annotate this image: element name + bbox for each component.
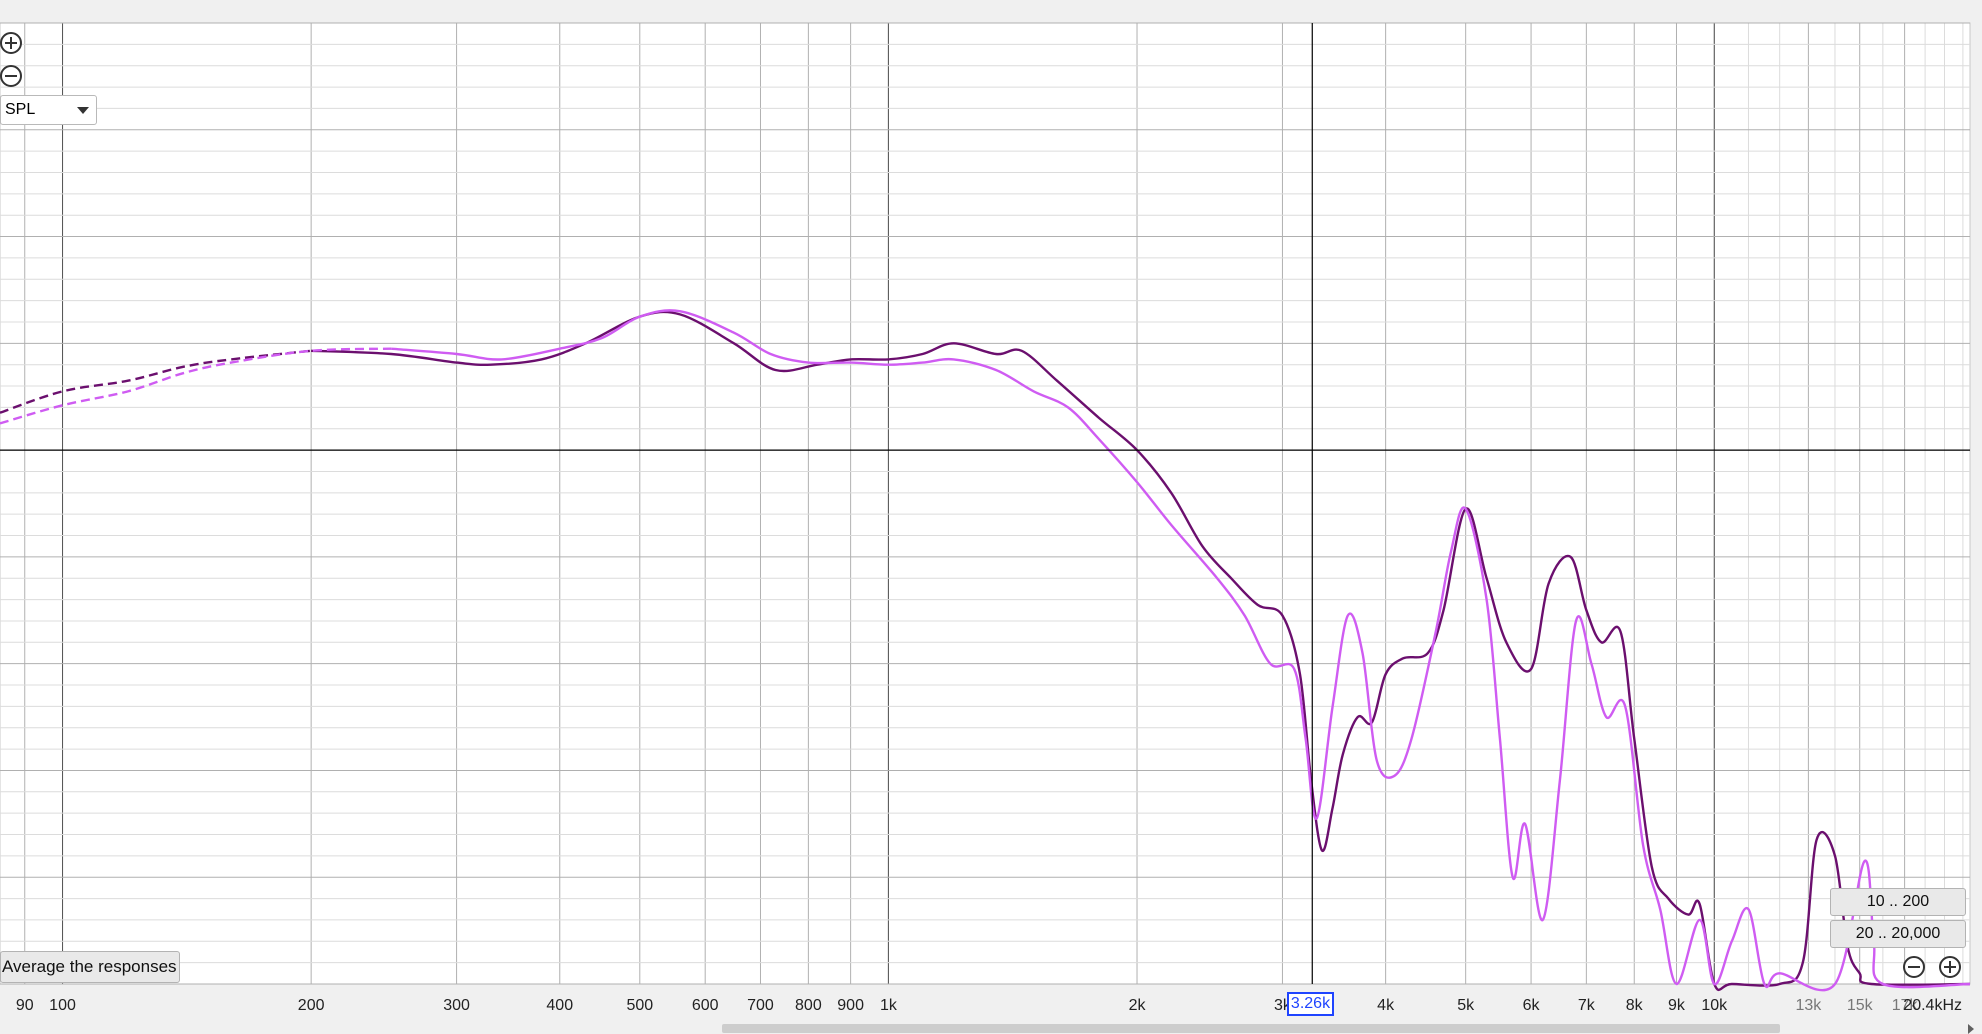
measure-select-value: SPL	[5, 101, 36, 118]
scroll-right-icon[interactable]	[1968, 1024, 1974, 1034]
zoom-out-icon[interactable]	[0, 65, 22, 87]
x-tick-label: 800	[795, 997, 822, 1014]
x-tick-label: 300	[443, 997, 470, 1014]
chevron-down-icon	[77, 107, 89, 114]
x-tick-label: 6k	[1523, 997, 1541, 1014]
x-tick-label: 100	[49, 997, 76, 1014]
x-tick-label: 200	[298, 997, 325, 1014]
x-axis-ticks: 90 100 200 300 400 500 600 700 800 900 1k 2k 3k 4k 5k 6…	[16, 997, 1962, 1014]
x-tick-label: 600	[692, 997, 719, 1014]
zoom-in-icon[interactable]	[0, 32, 22, 54]
x-tick-label: 1k	[880, 997, 898, 1014]
cursor-frequency-readout: 3.26k	[1287, 992, 1334, 1016]
x-tick-label: 10k	[1701, 997, 1728, 1014]
range-10-200-button[interactable]: 10 .. 200	[1830, 888, 1966, 916]
x-tick-label: 900	[837, 997, 864, 1014]
x-tick-label: 500	[626, 997, 653, 1014]
x-tick-label: 8k	[1626, 997, 1644, 1014]
x-tick-label: 9k	[1668, 997, 1686, 1014]
x-tick-label: 15k	[1847, 997, 1874, 1014]
average-responses-button[interactable]: Average the responses	[0, 951, 180, 983]
y-zoom-in-icon[interactable]	[1939, 956, 1961, 978]
x-tick-label: 700	[747, 997, 774, 1014]
x-tick-label: 13k	[1795, 997, 1822, 1014]
x-tick-label: 90	[16, 997, 34, 1014]
plot-area[interactable]	[0, 22, 1971, 985]
range-20-20000-button[interactable]: 20 .. 20,000	[1830, 920, 1966, 948]
measure-select[interactable]: SPL	[0, 95, 97, 125]
frequency-response-chart[interactable]: 90 100 200 300 400 500 600 700 800 900 1k 2k 3k 4k 5k 6…	[0, 0, 1982, 1034]
x-tick-label: 20.4kHz	[1903, 997, 1962, 1014]
x-tick-label: 5k	[1457, 997, 1475, 1014]
x-tick-label: 400	[546, 997, 573, 1014]
x-tick-label: 7k	[1578, 997, 1596, 1014]
horizontal-scrollbar-thumb[interactable]	[722, 1024, 1780, 1033]
x-tick-label: 2k	[1129, 997, 1147, 1014]
y-zoom-out-icon[interactable]	[1903, 956, 1925, 978]
x-tick-label: 4k	[1377, 997, 1395, 1014]
